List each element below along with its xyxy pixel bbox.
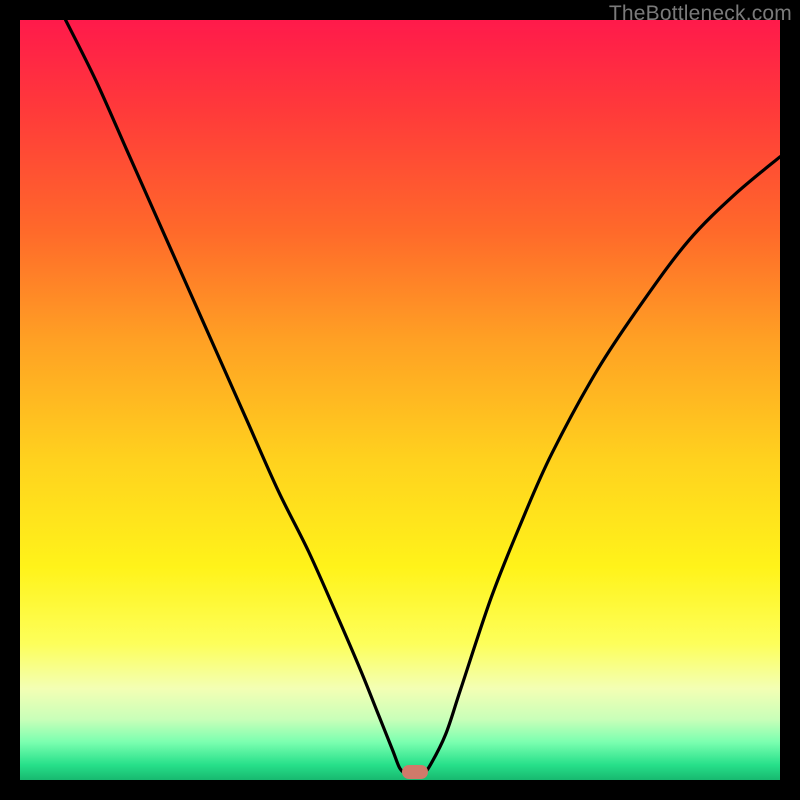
- optimal-marker: [402, 765, 428, 779]
- chart-frame: TheBottleneck.com: [0, 0, 800, 800]
- plot-area: [20, 20, 780, 780]
- bottleneck-curve: [20, 20, 780, 780]
